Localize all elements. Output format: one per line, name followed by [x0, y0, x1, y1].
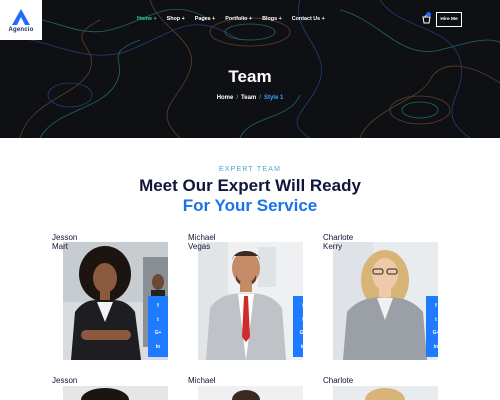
cart-badge — [426, 12, 431, 17]
team-card-row2[interactable] — [198, 386, 303, 400]
team-card-row2[interactable] — [333, 386, 438, 400]
facebook-icon[interactable]: f — [302, 303, 303, 309]
linkedin-icon[interactable]: in — [301, 344, 303, 350]
member-photo — [81, 388, 129, 400]
social-links: f t G+ in — [293, 296, 303, 357]
member-photo — [198, 242, 303, 360]
section-eyebrow: EXPERT TEAM — [0, 166, 500, 173]
member-photo — [365, 388, 405, 400]
page-title: Team — [228, 67, 272, 86]
social-links: f t G+ in — [148, 296, 168, 357]
breadcrumb-team[interactable]: Team — [241, 95, 256, 101]
hire-me-button[interactable]: Hire Me — [436, 12, 462, 27]
logo-icon — [12, 8, 30, 25]
breadcrumb-separator: / — [236, 95, 239, 101]
social-links: f t G+ in — [426, 296, 438, 357]
team-card-charlote[interactable]: f t G+ in — [333, 242, 438, 360]
team-card-jesson[interactable]: f t G+ in — [63, 242, 168, 360]
twitter-icon[interactable]: t — [157, 317, 159, 323]
brand-logo[interactable]: Agencio — [0, 0, 42, 40]
google-plus-icon[interactable]: G+ — [433, 330, 438, 336]
twitter-icon[interactable]: t — [435, 317, 437, 323]
nav-item-shop[interactable]: Shop + — [167, 16, 185, 22]
team-card-michael[interactable]: f t G+ in — [198, 242, 303, 360]
nav-item-home[interactable]: Home + — [137, 16, 157, 22]
nav-item-portfolio[interactable]: Portfolio + — [225, 16, 252, 22]
breadcrumb: Home / Team / Style 1 — [0, 95, 500, 101]
member-name: Jesson Mart — [52, 233, 78, 251]
nav-item-blogs[interactable]: Blogs + — [262, 16, 282, 22]
linkedin-icon[interactable]: in — [156, 344, 160, 350]
member-name: Jesson — [52, 376, 78, 385]
member-name: Charlote Kerry — [323, 233, 354, 251]
page-hero: Agencio Home + Shop + Pages + Portfolio … — [0, 0, 500, 138]
google-plus-icon[interactable]: G+ — [300, 330, 303, 336]
member-photo — [232, 390, 260, 400]
member-photo — [333, 242, 438, 360]
linkedin-icon[interactable]: in — [434, 344, 438, 350]
nav-item-pages[interactable]: Pages + — [195, 16, 216, 22]
section-heading: Meet Our Expert Will Ready — [139, 176, 361, 195]
section-heading-accent: For Your Service — [182, 196, 318, 215]
facebook-icon[interactable]: f — [157, 303, 159, 309]
brand-name: Agencio — [8, 26, 34, 33]
nav-item-contact[interactable]: Contact Us + — [292, 16, 325, 22]
member-name: Michael — [188, 376, 216, 385]
member-name: Michael Vegas — [188, 233, 216, 251]
twitter-icon[interactable]: t — [302, 317, 303, 323]
google-plus-icon[interactable]: G+ — [155, 330, 162, 336]
breadcrumb-current: Style 1 — [263, 95, 284, 101]
breadcrumb-separator: / — [259, 95, 261, 101]
facebook-icon[interactable]: f — [435, 303, 437, 309]
member-name: Charlote — [323, 376, 354, 385]
main-nav: Home + Shop + Pages + Portfolio + Blogs … — [137, 16, 335, 22]
team-card-row2[interactable] — [63, 386, 168, 400]
breadcrumb-home[interactable]: Home — [217, 95, 234, 101]
